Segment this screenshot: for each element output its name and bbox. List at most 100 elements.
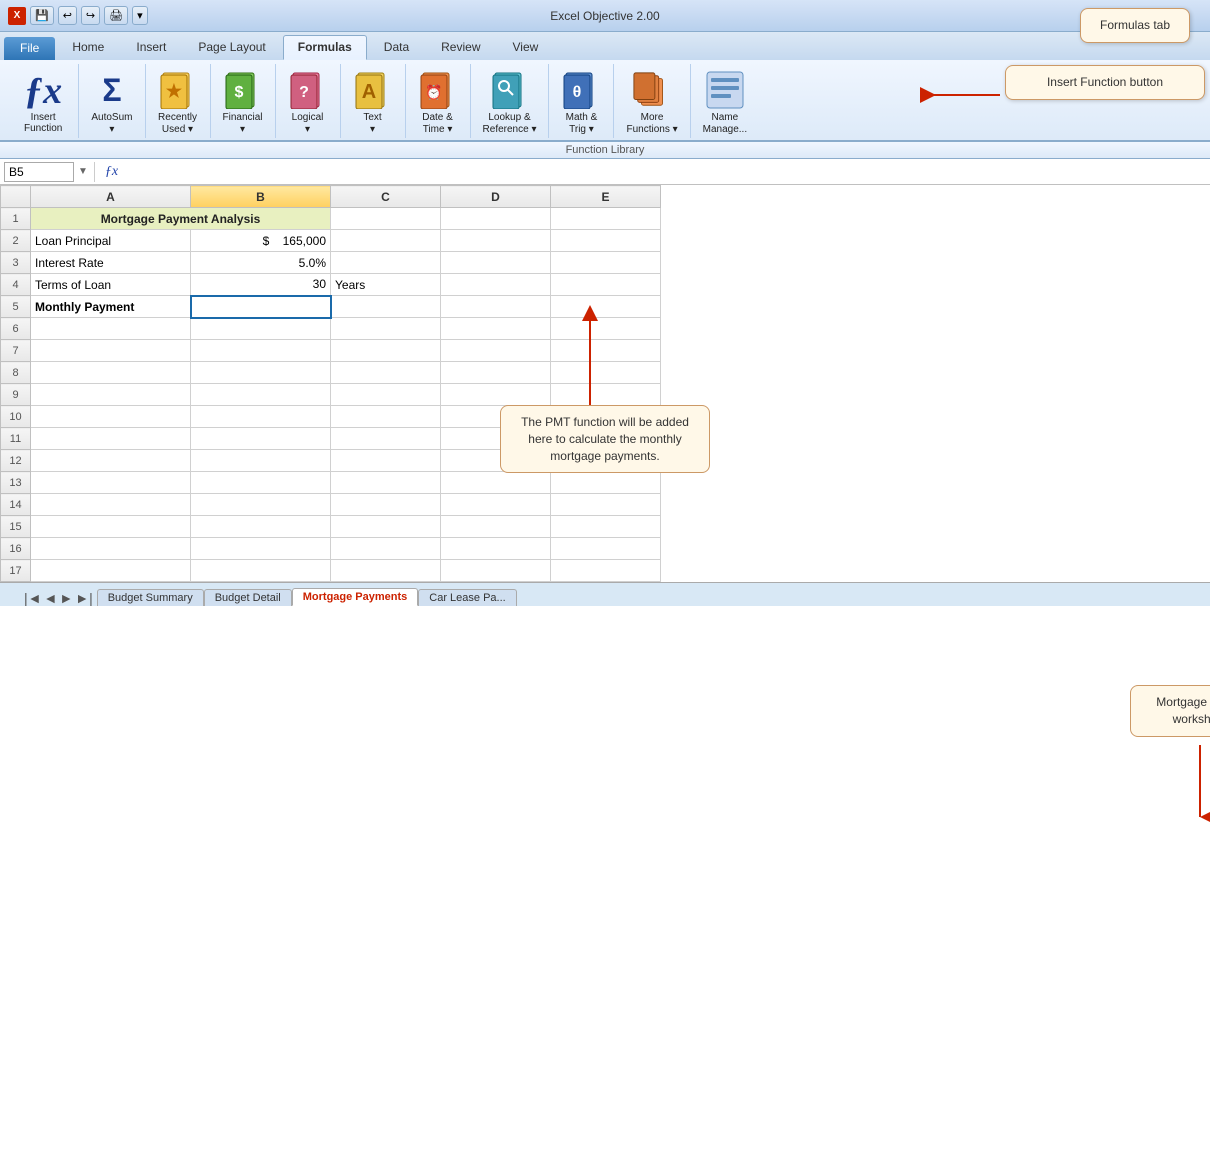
customize-btn[interactable]: ▾ — [132, 6, 148, 25]
financial-button[interactable]: $ Financial▾ — [219, 68, 267, 138]
cell-D3[interactable] — [441, 252, 551, 274]
nav-prev[interactable]: ◄ — [44, 590, 58, 606]
cell-D15[interactable] — [441, 516, 551, 538]
sheet-tab-mortgage-payments[interactable]: Mortgage Payments — [292, 588, 419, 606]
cell-E2[interactable] — [551, 230, 661, 252]
cell-D1[interactable] — [441, 208, 551, 230]
cell-A2[interactable]: Loan Principal — [31, 230, 191, 252]
cell-C6[interactable] — [331, 318, 441, 340]
cell-B11[interactable] — [191, 428, 331, 450]
logical-button[interactable]: ? Logical▾ — [284, 68, 332, 138]
cell-C3[interactable] — [331, 252, 441, 274]
sheet-tab-car-lease[interactable]: Car Lease Pa... — [418, 589, 516, 606]
nav-first[interactable]: |◄ — [24, 590, 42, 606]
cell-D16[interactable] — [441, 538, 551, 560]
date-time-button[interactable]: ⏰ Date &Time ▾ — [414, 68, 462, 138]
cell-B4[interactable]: 30 — [191, 274, 331, 296]
tab-home[interactable]: Home — [57, 35, 119, 60]
cell-D4[interactable] — [441, 274, 551, 296]
cell-D8[interactable] — [441, 362, 551, 384]
cell-A14[interactable] — [31, 494, 191, 516]
nav-last[interactable]: ►| — [75, 590, 93, 606]
cell-C10[interactable] — [331, 406, 441, 428]
cell-D14[interactable] — [441, 494, 551, 516]
cell-C9[interactable] — [331, 384, 441, 406]
office-icon[interactable]: X — [8, 7, 26, 25]
more-functions-button[interactable]: MoreFunctions ▾ — [622, 68, 681, 138]
undo-btn[interactable]: ↩ — [58, 6, 77, 25]
cell-E15[interactable] — [551, 516, 661, 538]
cell-A10[interactable] — [31, 406, 191, 428]
cell-C15[interactable] — [331, 516, 441, 538]
col-header-E[interactable]: E — [551, 186, 661, 208]
cell-A9[interactable] — [31, 384, 191, 406]
cell-A15[interactable] — [31, 516, 191, 538]
cell-C12[interactable] — [331, 450, 441, 472]
cell-C8[interactable] — [331, 362, 441, 384]
cell-A1[interactable]: Mortgage Payment Analysis — [31, 208, 331, 230]
cell-A4[interactable]: Terms of Loan — [31, 274, 191, 296]
nav-next[interactable]: ► — [59, 590, 73, 606]
redo-btn[interactable]: ↪ — [81, 6, 100, 25]
cell-C5[interactable] — [331, 296, 441, 318]
math-trig-button[interactable]: θ Math &Trig ▾ — [557, 68, 605, 138]
lookup-ref-button[interactable]: Lookup &Reference ▾ — [479, 68, 541, 138]
cell-D6[interactable] — [441, 318, 551, 340]
cell-A11[interactable] — [31, 428, 191, 450]
cell-E13[interactable] — [551, 472, 661, 494]
formula-input[interactable] — [126, 162, 1206, 182]
cell-A13[interactable] — [31, 472, 191, 494]
cell-D5[interactable] — [441, 296, 551, 318]
print-btn[interactable]: 🖨 — [104, 6, 128, 25]
cell-C7[interactable] — [331, 340, 441, 362]
cell-E7[interactable] — [551, 340, 661, 362]
cell-B12[interactable] — [191, 450, 331, 472]
col-header-A[interactable]: A — [31, 186, 191, 208]
cell-B3[interactable]: 5.0% — [191, 252, 331, 274]
cell-C13[interactable] — [331, 472, 441, 494]
quick-save-btn[interactable]: 💾 — [30, 6, 54, 25]
cell-C14[interactable] — [331, 494, 441, 516]
cell-B16[interactable] — [191, 538, 331, 560]
cell-C17[interactable] — [331, 560, 441, 582]
cell-C16[interactable] — [331, 538, 441, 560]
cell-E14[interactable] — [551, 494, 661, 516]
cell-A16[interactable] — [31, 538, 191, 560]
col-header-D[interactable]: D — [441, 186, 551, 208]
cell-D2[interactable] — [441, 230, 551, 252]
cell-E1[interactable] — [551, 208, 661, 230]
cell-E16[interactable] — [551, 538, 661, 560]
cell-A3[interactable]: Interest Rate — [31, 252, 191, 274]
cell-B2[interactable]: $ 165,000 — [191, 230, 331, 252]
cell-E4[interactable] — [551, 274, 661, 296]
sheet-tab-budget-detail[interactable]: Budget Detail — [204, 589, 292, 606]
insert-function-button[interactable]: ƒx InsertFunction — [16, 68, 70, 138]
tab-page-layout[interactable]: Page Layout — [183, 35, 280, 60]
name-manager-button[interactable]: NameManage... — [699, 68, 751, 138]
cell-B6[interactable] — [191, 318, 331, 340]
cell-D9[interactable] — [441, 384, 551, 406]
cell-A8[interactable] — [31, 362, 191, 384]
cell-A5[interactable]: Monthly Payment — [31, 296, 191, 318]
text-button[interactable]: A Text▾ — [349, 68, 397, 138]
cell-B13[interactable] — [191, 472, 331, 494]
tab-insert[interactable]: Insert — [121, 35, 181, 60]
tab-data[interactable]: Data — [369, 35, 424, 60]
cell-B17[interactable] — [191, 560, 331, 582]
cell-A12[interactable] — [31, 450, 191, 472]
col-header-C[interactable]: C — [331, 186, 441, 208]
cell-E8[interactable] — [551, 362, 661, 384]
cell-B5-selected[interactable] — [191, 296, 331, 318]
cell-A6[interactable] — [31, 318, 191, 340]
cell-E5[interactable] — [551, 296, 661, 318]
cell-B15[interactable] — [191, 516, 331, 538]
tab-file[interactable]: File — [4, 37, 55, 60]
recently-used-button[interactable]: ★ RecentlyUsed ▾ — [154, 68, 202, 138]
cell-ref-dropdown[interactable]: ▼ — [78, 166, 88, 177]
cell-B10[interactable] — [191, 406, 331, 428]
tab-formulas[interactable]: Formulas — [283, 35, 367, 60]
cell-D17[interactable] — [441, 560, 551, 582]
sheet-tab-budget-summary[interactable]: Budget Summary — [97, 589, 204, 606]
cell-E3[interactable] — [551, 252, 661, 274]
cell-C4[interactable]: Years — [331, 274, 441, 296]
